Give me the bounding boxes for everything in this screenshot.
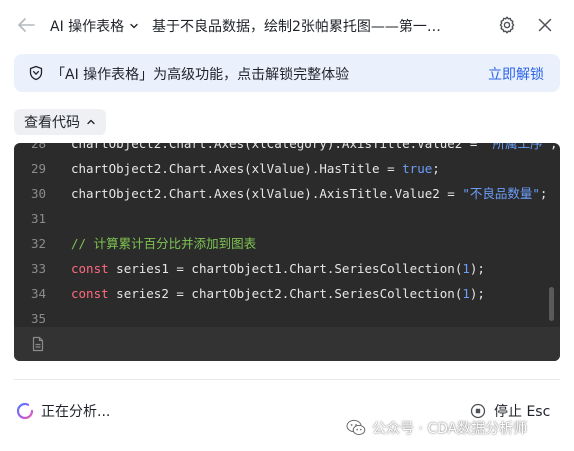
watermark: 公众号 · CDA数据分析师 [346,418,527,438]
conversation-title: 基于不良品数据，绘制2张帕累托图——第一张... [152,19,452,35]
code-token: series1 = chartObject1.Chart.SeriesColle… [108,261,463,276]
code-token: const [71,261,109,276]
code-text: chartObject2.Chart.Axes(xlValue).AxisTit… [71,181,547,206]
gear-icon [499,16,515,34]
code-line: 30 chartObject2.Chart.Axes(xlValue).AxisT… [14,181,560,206]
spinner-icon [16,402,34,420]
line-number: 33 [30,261,46,276]
code-token: chartObject2.Chart.Axes(xlValue).AxisTit… [71,186,463,201]
close-button[interactable] [535,15,555,35]
view-code-label: 查看代码 [24,115,80,131]
unlock-link[interactable]: 立即解锁 [488,64,544,84]
code-footer [14,327,560,361]
line-number: 32 [30,236,46,251]
line-number: 30 [30,186,46,201]
code-token: ); [469,286,485,301]
status-text: 正在分析... [41,404,111,420]
line-number: 28 [30,143,46,151]
code-line: 31 [14,206,560,231]
shield-icon [28,65,44,81]
code-text: chartObject2.Chart.Axes(xlCategory).Axis… [71,143,558,156]
code-token: // 计算累计百分比并添加到图表 [71,236,257,251]
file-icon[interactable] [30,336,46,352]
code-token: ; [539,186,548,201]
code-scrollbar[interactable] [549,287,554,321]
top-bar: AI 操作表格 基于不良品数据，绘制2张帕累托图——第一张... [0,0,574,50]
code-panel: 28 chartObject2.Chart.Axes(xlCategory).Ax… [14,143,560,361]
code-token: ; [432,161,440,176]
settings-button[interactable] [497,15,517,35]
app-name-label: AI 操作表格 [50,19,125,35]
code-line: 32 // 计算累计百分比并添加到图表 [14,231,560,256]
code-text: // 计算累计百分比并添加到图表 [71,231,256,256]
app-selector[interactable]: AI 操作表格 [50,16,139,36]
line-number: 31 [30,211,46,226]
code-token: ; [549,143,558,151]
code-token: 1 [462,261,470,276]
line-number: 34 [30,286,46,301]
code-token: "不良品数量" [462,186,540,201]
code-line: 28 chartObject2.Chart.Axes(xlCategory).Ax… [14,143,560,156]
chevron-down-icon [130,23,138,29]
line-number: 35 [30,311,46,326]
code-line: 29 chartObject2.Chart.Axes(xlValue).HasTi… [14,156,560,181]
code-text: const series1 = chartObject1.Chart.Serie… [71,256,485,281]
watermark-text: 公众号 · CDA数据分析师 [372,421,528,437]
code-text: const series2 = chartObject2.Chart.Serie… [71,281,485,306]
chevron-up-icon [87,119,95,125]
arrow-left-icon [18,18,35,32]
code-token: 1 [462,286,470,301]
wechat-icon [346,419,366,436]
view-code-toggle[interactable]: 查看代码 [14,109,106,135]
code-token: chartObject2.Chart.Axes(xlValue).HasTitl… [71,161,403,176]
upgrade-banner: 「AI 操作表格」为高级功能，点击解锁完整体验 立即解锁 [14,54,560,92]
code-token: const [71,286,109,301]
line-number: 29 [30,161,46,176]
code-token: true [402,161,433,176]
code-token: series2 = chartObject2.Chart.SeriesColle… [108,286,463,301]
code-line: 35 [14,306,560,327]
code-token: "所属工序" [484,143,550,151]
code-text: chartObject2.Chart.Axes(xlValue).HasTitl… [71,156,440,181]
banner-message: 「AI 操作表格」为高级功能，点击解锁完整体验 [51,67,350,83]
stop-circle-icon [470,403,486,419]
code-token: chartObject2.Chart.Axes(xlCategory).Axis… [71,143,485,151]
close-icon [538,18,552,32]
back-button[interactable] [14,13,38,37]
code-viewer[interactable]: 28 chartObject2.Chart.Axes(xlCategory).Ax… [14,143,560,327]
code-token: ); [469,261,485,276]
code-line: 34 const series2 = chartObject2.Chart.Ser… [14,281,560,306]
code-line: 33 const series1 = chartObject1.Chart.Ser… [14,256,560,281]
analysis-status: 正在分析... [16,401,110,421]
divider [14,379,560,380]
